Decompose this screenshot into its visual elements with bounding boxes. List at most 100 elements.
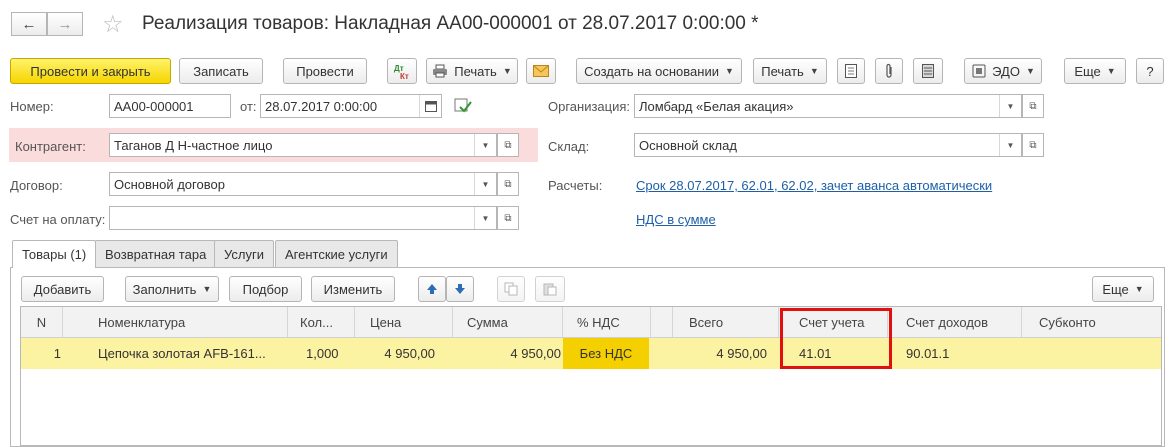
chevron-down-icon: ▼ — [202, 284, 212, 294]
edo-button[interactable]: ЭДО ▼ — [964, 58, 1042, 84]
change-label: Изменить — [323, 281, 383, 297]
cell-total[interactable]: 4 950,00 — [673, 338, 779, 369]
print2-button[interactable]: Печать ▼ — [753, 58, 827, 84]
tab-services[interactable]: Услуги — [214, 240, 274, 267]
table-header: N Номенклатура Кол... Цена Сумма % НДС В… — [21, 307, 1161, 338]
settlements-link[interactable]: Срок 28.07.2017, 62.01, 62.02, зачет ава… — [636, 178, 992, 193]
chevron-down-icon[interactable]: ▼ — [474, 134, 496, 156]
goods-table: N Номенклатура Кол... Цена Сумма % НДС В… — [20, 306, 1162, 446]
open-icon: ⧉ — [504, 139, 512, 151]
chevron-down-icon: ▼ — [809, 66, 819, 76]
save-label: Записать — [193, 63, 249, 79]
cell-price[interactable]: 4 950,00 — [355, 338, 453, 369]
arrow-left-icon: ← — [21, 15, 37, 33]
chevron-down-icon: ▼ — [1106, 66, 1116, 76]
printer-icon — [433, 64, 448, 78]
organization-field[interactable]: Ломбард «Белая акация» ▼ — [634, 94, 1022, 118]
warehouse-open-button[interactable]: ⧉ — [1022, 133, 1044, 157]
number-label: Номер: — [10, 99, 54, 114]
document-button[interactable] — [837, 58, 865, 84]
copy-button[interactable] — [497, 276, 525, 302]
arrow-down-icon — [455, 284, 465, 294]
number-field[interactable]: АА00-000001 — [109, 94, 231, 118]
star-icon[interactable]: ☆ — [102, 10, 124, 39]
cell-income-account[interactable]: 90.01.1 — [888, 338, 1022, 369]
save-button[interactable]: Записать — [179, 58, 263, 84]
report-button[interactable] — [913, 58, 943, 84]
tab-returnable-containers-label: Возвратная тара — [105, 246, 207, 262]
column-header-price[interactable]: Цена — [355, 307, 453, 337]
column-header-subconto[interactable]: Субконто — [1022, 307, 1161, 337]
table-more-label: Еще — [1102, 281, 1129, 297]
tab-services-label: Услуги — [224, 246, 264, 262]
column-header-account[interactable]: Счет учета — [779, 307, 888, 337]
table-more-button[interactable]: Еще ▼ — [1092, 276, 1154, 302]
chevron-down-icon[interactable]: ▼ — [474, 173, 496, 195]
cell-sum[interactable]: 4 950,00 — [453, 338, 563, 369]
more-label: Еще — [1074, 63, 1101, 79]
arrow-right-icon: → — [57, 15, 73, 33]
chevron-down-icon[interactable]: ▼ — [474, 207, 496, 229]
move-down-button[interactable] — [446, 276, 474, 302]
vat-link[interactable]: НДС в сумме — [636, 212, 716, 227]
cell-subconto[interactable] — [1022, 338, 1161, 369]
tab-agent-services[interactable]: Агентские услуги — [275, 240, 398, 267]
invoice-open-button[interactable]: ⧉ — [497, 206, 519, 230]
create-based-on-label: Создать на основании — [584, 63, 719, 79]
column-header-item[interactable]: Номенклатура — [63, 307, 288, 337]
tab-goods[interactable]: Товары (1) — [12, 240, 97, 268]
select-label: Подбор — [242, 281, 289, 297]
chevron-down-icon[interactable]: ▼ — [999, 95, 1021, 117]
counterparty-label: Контрагент: — [15, 139, 86, 154]
chevron-down-icon: ▼ — [502, 66, 512, 76]
fill-button[interactable]: Заполнить ▼ — [125, 276, 219, 302]
dt-kt-button[interactable]: Дт Кт — [387, 58, 417, 84]
help-button[interactable]: ? — [1136, 58, 1164, 84]
print-button[interactable]: Печать ▼ — [426, 58, 518, 84]
contract-open-button[interactable]: ⧉ — [497, 172, 519, 196]
tab-returnable-containers[interactable]: Возвратная тара — [95, 240, 217, 267]
cell-vat[interactable]: Без НДС — [563, 338, 649, 369]
contract-field[interactable]: Основной договор ▼ — [109, 172, 497, 196]
column-header-sum[interactable]: Сумма — [453, 307, 563, 337]
cell-account[interactable]: 41.01 — [779, 338, 888, 369]
move-up-button[interactable] — [418, 276, 446, 302]
number-value: АА00-000001 — [114, 98, 194, 114]
column-header-income-account[interactable]: Счет доходов — [888, 307, 1022, 337]
table-report-icon — [922, 64, 934, 78]
warehouse-field[interactable]: Основной склад ▼ — [634, 133, 1022, 157]
table-row[interactable]: 1 Цепочка золотая AFB-161... 1,000 4 950… — [21, 338, 1161, 369]
cell-qty[interactable]: 1,000 — [288, 338, 355, 369]
create-based-on-button[interactable]: Создать на основании ▼ — [576, 58, 742, 84]
column-header-vat[interactable]: % НДС — [563, 307, 651, 337]
attach-button[interactable] — [875, 58, 903, 84]
select-button[interactable]: Подбор — [229, 276, 302, 302]
cell-item[interactable]: Цепочка золотая AFB-161... — [63, 338, 288, 369]
dt-kt-icon: Дт Кт — [394, 64, 409, 80]
help-label: ? — [1146, 63, 1154, 79]
more-button[interactable]: Еще ▼ — [1064, 58, 1126, 84]
post-button[interactable]: Провести — [283, 58, 367, 84]
counterparty-field[interactable]: Таганов Д Н-частное лицо ▼ — [109, 133, 497, 157]
email-button[interactable] — [526, 58, 556, 84]
calendar-icon[interactable] — [419, 95, 441, 117]
column-header-n[interactable]: N — [21, 307, 63, 337]
column-header-qty[interactable]: Кол... — [288, 307, 355, 337]
chevron-down-icon[interactable]: ▼ — [999, 134, 1021, 156]
change-button[interactable]: Изменить — [311, 276, 395, 302]
open-icon: ⧉ — [504, 212, 512, 224]
post-and-close-button[interactable]: Провести и закрыть — [10, 58, 171, 84]
post-label: Провести — [296, 63, 354, 79]
post-and-close-label: Провести и закрыть — [30, 63, 151, 79]
counterparty-open-button[interactable]: ⧉ — [497, 133, 519, 157]
date-field[interactable]: 28.07.2017 0:00:00 — [260, 94, 442, 118]
paste-button[interactable] — [535, 276, 565, 302]
print-label: Печать — [454, 63, 497, 79]
forward-button[interactable]: → — [47, 12, 83, 36]
organization-open-button[interactable]: ⧉ — [1022, 94, 1044, 118]
back-button[interactable]: ← — [11, 12, 47, 36]
add-row-button[interactable]: Добавить — [21, 276, 104, 302]
tab-agent-services-label: Агентские услуги — [285, 246, 388, 262]
column-header-total[interactable]: Всего — [673, 307, 779, 337]
invoice-field[interactable]: ▼ — [109, 206, 497, 230]
